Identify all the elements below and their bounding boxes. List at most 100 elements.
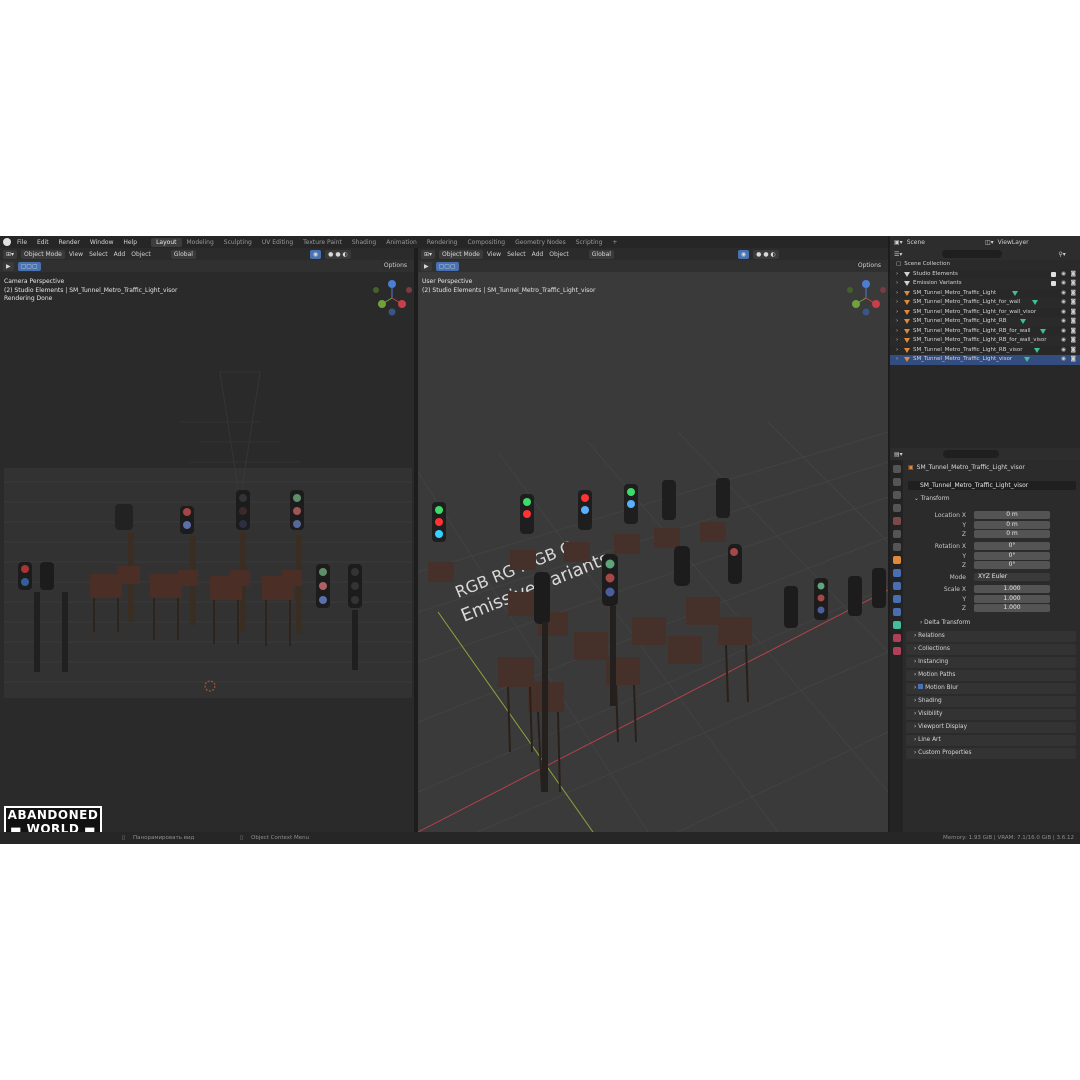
right-overlay-toggle[interactable]: ◉ — [737, 249, 750, 259]
line-art-panel-header[interactable]: › Line Art — [906, 735, 1076, 746]
eye-icon[interactable]: ◉ — [1061, 289, 1066, 299]
location-x-field[interactable]: 0 m — [974, 511, 1050, 519]
custom-properties-panel-header[interactable]: › Custom Properties — [906, 748, 1076, 759]
tab-texture-paint[interactable]: Texture Paint — [298, 238, 347, 247]
outliner-row[interactable]: › SM_Tunnel_Metro_Traffic_Light_for_wall ◉… — [890, 298, 1080, 308]
camera-icon[interactable]: ◙ — [1071, 289, 1076, 299]
scene-name[interactable]: Scene — [907, 239, 925, 246]
tab-compositing[interactable]: Compositing — [462, 238, 510, 247]
checkbox-icon[interactable] — [1051, 281, 1056, 287]
eye-icon[interactable]: ◉ — [1061, 317, 1066, 327]
output-tab-icon[interactable] — [892, 491, 901, 499]
right-mode-dropdown[interactable]: Object Mode — [439, 249, 483, 259]
checkbox-icon[interactable] — [1051, 271, 1056, 277]
eye-icon[interactable]: ◉ — [1061, 270, 1066, 280]
data-tab-icon[interactable] — [892, 621, 901, 629]
camera-icon[interactable]: ◙ — [1071, 346, 1076, 356]
camera-icon[interactable]: ◙ — [1071, 336, 1076, 346]
modifier-tab-icon[interactable] — [892, 569, 901, 577]
eye-icon[interactable]: ◉ — [1061, 298, 1066, 308]
play-icon[interactable]: ▶ — [3, 261, 14, 271]
object-name-field[interactable]: SM_Tunnel_Metro_Traffic_Light_visor — [908, 481, 1076, 490]
delta-transform-header[interactable]: › Delta Transform — [912, 618, 1076, 629]
left-options-button[interactable]: Options — [380, 261, 410, 270]
menu-render[interactable]: Render — [59, 239, 80, 246]
outliner-row[interactable]: › SM_Tunnel_Metro_Traffic_Light_RB_visor ◉… — [890, 346, 1080, 356]
location-y-field[interactable]: 0 m — [974, 520, 1050, 529]
tab-modeling[interactable]: Modeling — [182, 238, 219, 247]
rotation-y-field[interactable]: 0° — [974, 551, 1050, 560]
texture-tab-icon[interactable] — [892, 647, 901, 655]
tab-geometry-nodes[interactable]: Geometry Nodes — [510, 238, 571, 247]
outliner-editor-icon[interactable]: ☰▾ — [894, 251, 902, 258]
right-viewport[interactable]: User Perspective (2) Studio Elements | S… — [418, 272, 888, 832]
world-tab-icon[interactable] — [892, 530, 901, 538]
camera-icon[interactable]: ◙ — [1071, 279, 1076, 289]
rotation-mode-dropdown[interactable]: XYZ Euler — [974, 573, 1050, 581]
menu-edit[interactable]: Edit — [37, 239, 49, 246]
tab-layout[interactable]: Layout — [151, 237, 182, 247]
filter-icon[interactable]: ⚲▾ — [1058, 251, 1065, 258]
left-menu-view[interactable]: View — [69, 251, 83, 258]
outliner-row-active[interactable]: › SM_Tunnel_Metro_Traffic_Light_visor ◉ ◙ — [890, 355, 1080, 365]
camera-icon[interactable]: ◙ — [1071, 298, 1076, 308]
viewport-display-panel-header[interactable]: › Viewport Display — [906, 722, 1076, 733]
right-menu-add[interactable]: Add — [532, 251, 544, 258]
camera-icon[interactable]: ◙ — [1071, 308, 1076, 318]
scale-y-field[interactable]: 1.000 — [974, 594, 1050, 603]
eye-icon[interactable]: ◉ — [1061, 336, 1066, 346]
right-menu-view[interactable]: View — [487, 251, 501, 258]
properties-editor-icon[interactable]: ▤▾ — [894, 451, 903, 458]
scale-z-field[interactable]: 1.000 — [974, 604, 1050, 612]
outliner-row[interactable]: › SM_Tunnel_Metro_Traffic_Light_for_wall_… — [890, 308, 1080, 318]
collections-panel-header[interactable]: › Collections — [906, 644, 1076, 655]
eye-icon[interactable]: ◉ — [1061, 308, 1066, 318]
menu-file[interactable]: File — [17, 239, 27, 246]
outliner-row[interactable]: › SM_Tunnel_Metro_Traffic_Light ◉ ◙ — [890, 289, 1080, 299]
visibility-panel-header[interactable]: › Visibility — [906, 709, 1076, 720]
rotation-x-field[interactable]: 0° — [974, 542, 1050, 550]
shading-panel-header[interactable]: › Shading — [906, 696, 1076, 707]
menu-window[interactable]: Window — [90, 239, 114, 246]
tab-shading[interactable]: Shading — [347, 238, 381, 247]
eye-icon[interactable]: ◉ — [1061, 346, 1066, 356]
eye-icon[interactable]: ◉ — [1061, 279, 1066, 289]
eye-icon[interactable]: ◉ — [1061, 355, 1066, 365]
view-layer-tab-icon[interactable] — [892, 504, 901, 512]
outliner-row[interactable]: › SM_Tunnel_Metro_Traffic_Light_RB ◉ ◙ — [890, 317, 1080, 327]
left-shading-mode[interactable]: ● ● ◐ — [325, 249, 351, 259]
play-icon-right[interactable]: ▶ — [421, 261, 432, 271]
blender-logo-icon[interactable] — [3, 238, 11, 246]
outliner-search-input[interactable] — [942, 250, 1003, 258]
left-mode-dropdown[interactable]: Object Mode — [21, 249, 65, 259]
material-tab-icon[interactable] — [892, 634, 901, 642]
camera-icon[interactable]: ◙ — [1071, 355, 1076, 365]
rotation-z-field[interactable]: 0° — [974, 561, 1050, 569]
tab-scripting[interactable]: Scripting — [571, 238, 608, 247]
motion-paths-panel-header[interactable]: › Motion Paths — [906, 670, 1076, 681]
editor-type-button-right[interactable]: ⊞▾ — [421, 249, 436, 259]
outliner-row[interactable]: › SM_Tunnel_Metro_Traffic_Light_RB_for_wa… — [890, 327, 1080, 337]
right-nav-gizmo[interactable] — [846, 278, 886, 318]
relations-panel-header[interactable]: › Relations — [906, 631, 1076, 642]
transform-panel-header[interactable]: ⌄ Transform — [906, 494, 1076, 505]
camera-icon[interactable]: ◙ — [1071, 270, 1076, 280]
left-menu-object[interactable]: Object — [131, 251, 151, 258]
object-tab-icon[interactable] — [892, 556, 901, 564]
instancing-panel-header[interactable]: › Instancing — [906, 657, 1076, 668]
location-z-field[interactable]: 0 m — [974, 530, 1050, 538]
eye-icon[interactable]: ◉ — [1061, 327, 1066, 337]
tool-tab-icon[interactable] — [892, 465, 901, 473]
outliner-row[interactable]: › SM_Tunnel_Metro_Traffic_Light_RB_for_wa… — [890, 336, 1080, 346]
particles-tab-icon[interactable] — [892, 582, 901, 590]
properties-search-input[interactable] — [942, 450, 999, 458]
left-menu-add[interactable]: Add — [114, 251, 126, 258]
select-box-icon[interactable]: ▢▢▢ — [17, 261, 41, 271]
add-workspace-button[interactable]: + — [607, 238, 622, 247]
right-menu-object[interactable]: Object — [549, 251, 569, 258]
tab-rendering[interactable]: Rendering — [422, 238, 463, 247]
left-menu-select[interactable]: Select — [89, 251, 108, 258]
camera-icon[interactable]: ◙ — [1071, 317, 1076, 327]
render-tab-icon[interactable] — [892, 478, 901, 486]
checkbox-icon[interactable] — [918, 684, 924, 689]
